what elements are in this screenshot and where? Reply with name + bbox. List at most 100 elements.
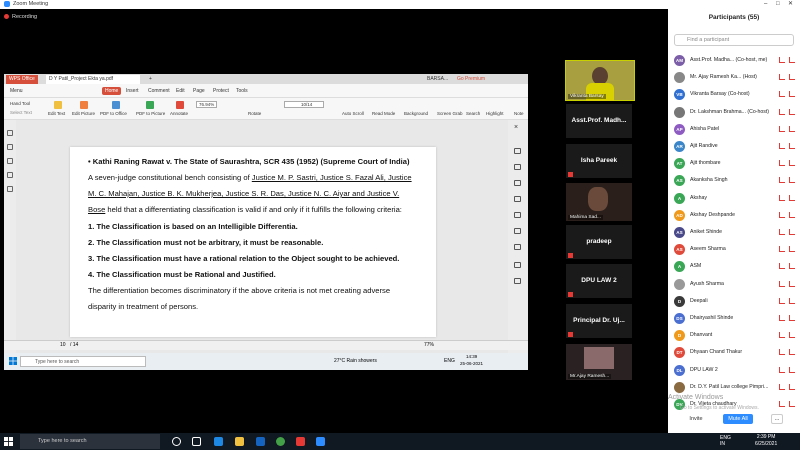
file-explorer-icon[interactable] xyxy=(235,437,244,446)
chrome-icon[interactable] xyxy=(276,437,285,446)
hand-tool-button[interactable]: Hand Tool xyxy=(10,101,30,106)
participant-row[interactable]: AP Ahisha Patel xyxy=(674,122,798,139)
background-button[interactable]: Background xyxy=(404,111,428,116)
store-icon[interactable] xyxy=(256,437,265,446)
read-mode-button[interactable]: Read Mode xyxy=(372,111,395,116)
video-tile-mahima[interactable]: Mahima Sad... xyxy=(566,183,632,221)
tab-edit[interactable]: Edit xyxy=(176,88,185,94)
bookmark-icon[interactable] xyxy=(7,130,13,136)
participant-row[interactable]: AD Akshay Deshpande xyxy=(674,208,798,225)
more-button[interactable]: ... xyxy=(771,414,783,424)
participant-row[interactable]: VB Vikranta Barsay (Co-host) xyxy=(674,87,798,104)
mic-muted-icon[interactable] xyxy=(779,315,785,321)
status-zoom[interactable]: 77% xyxy=(424,342,434,348)
shared-search-box[interactable]: Type here to search xyxy=(20,356,146,367)
participant-row[interactable]: AM Asst.Prof. Madha... (Co-host, me) xyxy=(674,53,798,70)
mic-muted-icon[interactable] xyxy=(779,263,785,270)
mic-muted-icon[interactable] xyxy=(779,194,785,201)
tool-2-icon[interactable] xyxy=(514,164,521,170)
new-tab-button[interactable]: + xyxy=(146,75,155,84)
print-icon[interactable] xyxy=(514,262,521,268)
tab-insert[interactable]: Insert xyxy=(126,88,139,94)
rotate-button[interactable]: Rotate xyxy=(248,111,261,116)
tab-home[interactable]: Home xyxy=(102,87,122,95)
mute-all-button[interactable]: Mute All xyxy=(723,414,753,424)
participant-row[interactable]: DL DPU LAW 2 xyxy=(674,363,798,380)
mic-muted-icon[interactable] xyxy=(779,74,785,81)
user-account[interactable]: BARSA... xyxy=(424,75,451,84)
mic-muted-icon[interactable] xyxy=(779,211,785,218)
participant-row[interactable]: D Dhanvant xyxy=(674,328,798,345)
participant-row[interactable]: D Deepali xyxy=(674,294,798,311)
taskbar-search-box[interactable]: Type here to search xyxy=(20,434,160,449)
attachment-icon[interactable] xyxy=(7,158,13,164)
participant-row[interactable]: AT Ajit thombare xyxy=(674,156,798,173)
tool-3-icon[interactable] xyxy=(514,180,521,186)
mic-muted-icon[interactable] xyxy=(779,332,785,339)
highlight-button[interactable]: Highlight xyxy=(486,111,504,116)
video-tile-isha[interactable]: Isha Pareek xyxy=(566,144,632,178)
participant-row[interactable]: A Akshay xyxy=(674,191,798,208)
select-text-button[interactable]: Select Text xyxy=(10,110,32,115)
tool-8-icon[interactable] xyxy=(514,278,521,284)
thumbnail-icon[interactable] xyxy=(7,186,13,192)
mic-muted-icon[interactable] xyxy=(779,366,785,373)
maximize-button[interactable]: □ xyxy=(776,0,780,9)
tab-tools[interactable]: Tools xyxy=(236,88,248,94)
auto-scroll-button[interactable]: Auto Scroll xyxy=(342,111,364,116)
close-button[interactable]: ✕ xyxy=(788,0,793,9)
video-tile-principal[interactable]: Principal Dr. Uj... xyxy=(566,304,632,338)
tool-1-icon[interactable] xyxy=(514,148,521,154)
note-button[interactable]: Note xyxy=(514,111,524,116)
search-button[interactable]: Search xyxy=(466,111,480,116)
screen-grab-button[interactable]: Screen Grab xyxy=(437,111,463,116)
app-icon[interactable] xyxy=(296,437,305,446)
participant-row[interactable]: Mr. Ajay Ramesh Ka... (Host) xyxy=(674,70,798,87)
mic-muted-icon[interactable] xyxy=(779,280,785,287)
tool-4-icon[interactable] xyxy=(514,196,521,202)
page-number-input[interactable]: 10/14 xyxy=(284,101,324,108)
participant-row[interactable]: AS Aniket Shinde xyxy=(674,225,798,242)
participant-row[interactable]: A ASM xyxy=(674,259,798,276)
mic-muted-icon[interactable] xyxy=(779,229,785,235)
status-page[interactable]: 10 xyxy=(60,342,66,348)
mic-muted-icon[interactable] xyxy=(779,143,785,149)
mic-muted-icon[interactable] xyxy=(779,246,785,253)
menu-button[interactable]: Menu xyxy=(10,88,23,94)
comment-icon[interactable] xyxy=(7,144,13,150)
participant-row[interactable]: AR Ajit Randive xyxy=(674,139,798,156)
participant-row[interactable]: AS Akanksha Singh xyxy=(674,173,798,190)
mic-muted-icon[interactable] xyxy=(779,108,785,115)
participant-row[interactable]: DS Dhairyashil Shinde xyxy=(674,311,798,328)
pdf-to-picture-button[interactable]: PDF to Picture xyxy=(136,111,165,116)
video-tile-ajay[interactable]: Mr.Ajay Ramesh... xyxy=(566,344,632,380)
participant-row[interactable]: DT Dhyaan Chand Thakur xyxy=(674,345,798,362)
pdf-to-office-button[interactable]: PDF to Office xyxy=(100,111,127,116)
zoom-taskbar-icon[interactable] xyxy=(316,437,325,446)
mic-muted-icon[interactable] xyxy=(779,297,785,304)
signature-icon[interactable] xyxy=(7,172,13,178)
edge-icon[interactable] xyxy=(214,437,223,446)
tab-wps-office[interactable]: WPS Office xyxy=(6,75,38,84)
tab-document[interactable]: D Y Patil_Project Ekta ya.pdf xyxy=(46,75,140,84)
participant-search-input[interactable]: Find a participant xyxy=(674,34,794,46)
tab-comment[interactable]: Comment xyxy=(148,88,170,94)
mic-muted-icon[interactable] xyxy=(779,91,785,98)
video-tile-asst-prof[interactable]: Asst.Prof. Madh... xyxy=(566,104,632,138)
windows-start-icon[interactable] xyxy=(9,357,17,365)
mic-muted-icon[interactable] xyxy=(779,349,785,356)
edit-picture-button[interactable]: Edit Picture xyxy=(72,111,95,116)
weather-widget[interactable]: 27°C Rain showers xyxy=(334,358,377,364)
mic-muted-icon[interactable] xyxy=(779,160,785,167)
zoom-select[interactable]: 76.94% xyxy=(196,101,218,108)
participant-row[interactable]: Dr. Lakshman Brahma... (Co-host) xyxy=(674,105,798,122)
invite-button[interactable]: Invite xyxy=(678,414,714,424)
minimize-button[interactable]: – xyxy=(764,0,767,9)
tab-protect[interactable]: Protect xyxy=(213,88,229,94)
edit-text-button[interactable]: Edit Text xyxy=(48,111,65,116)
mic-muted-icon[interactable] xyxy=(779,177,785,184)
taskbar-clock[interactable]: 2:39 PM 6/25/2021 xyxy=(755,434,777,448)
participant-row[interactable]: AS Aseem Sharma xyxy=(674,242,798,259)
participant-row[interactable]: Ayush Sharma xyxy=(674,277,798,294)
tool-5-icon[interactable] xyxy=(514,212,521,218)
